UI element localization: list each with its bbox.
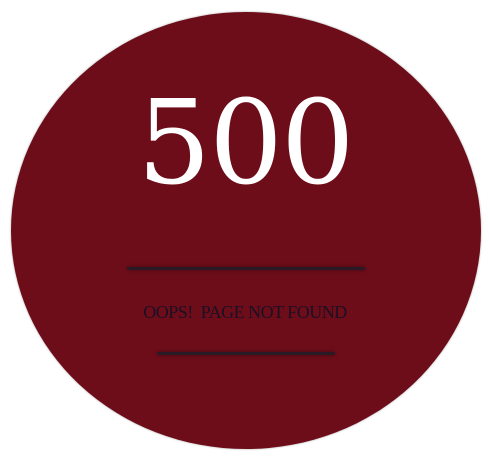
- error-page: 500 OOPS! PAGE NOT FOUND: [0, 0, 490, 460]
- top-divider: [127, 267, 365, 270]
- bottom-divider: [157, 352, 335, 355]
- error-code: 500: [137, 76, 354, 211]
- error-message: OOPS! PAGE NOT FOUND: [143, 302, 347, 322]
